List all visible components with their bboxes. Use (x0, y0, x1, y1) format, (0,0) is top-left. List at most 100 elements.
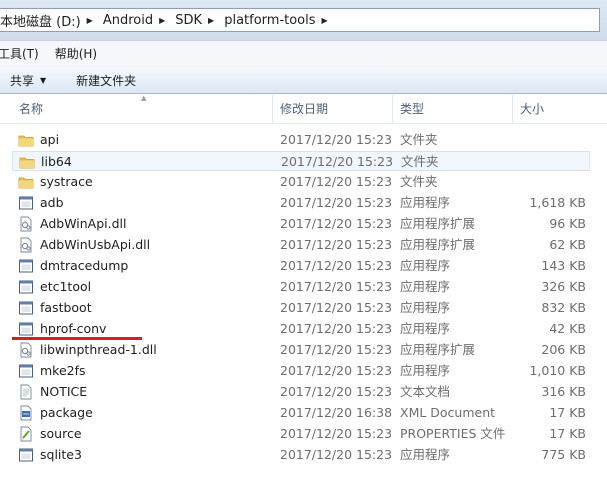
file-modified-date: 2017/12/20 15:23 (280, 237, 393, 252)
file-row[interactable]: libwinpthread-1.dll 2017/12/20 15:23 应用程序扩… (12, 340, 590, 360)
file-name: dmtracedump (40, 258, 129, 273)
file-modified-date: 2017/12/20 15:23 (281, 154, 394, 169)
file-row[interactable]: AdbWinUsbApi.dll 2017/12/20 15:23 应用程序扩展 62… (12, 235, 590, 255)
file-size: 17 KB (549, 405, 586, 420)
column-header-size[interactable]: 大小 (520, 95, 544, 123)
file-modified-date: 2017/12/20 16:38 (280, 405, 393, 420)
file-size: 316 KB (541, 384, 586, 399)
menu-tools[interactable]: 工具(T) (0, 45, 55, 62)
file-row[interactable]: dmtracedump 2017/12/20 15:23 应用程序 143 KB (12, 256, 590, 276)
file-row[interactable]: hprof-conv 2017/12/20 15:23 应用程序 42 KB (12, 319, 590, 339)
dll-icon (18, 237, 34, 253)
share-button[interactable]: 共享 ▼ (10, 72, 46, 89)
column-header-name[interactable]: 名称 (19, 95, 43, 123)
file-modified-date: 2017/12/20 15:23 (280, 342, 393, 357)
breadcrumb-arrow-icon[interactable]: ▶ (322, 16, 328, 25)
folder-icon (18, 174, 34, 190)
breadcrumb-sdk[interactable]: SDK (175, 13, 208, 28)
file-type: 应用程序 (400, 321, 451, 336)
application-icon (18, 300, 34, 316)
annotation-underline (12, 337, 142, 340)
folder-icon (19, 154, 35, 170)
file-size: 1,010 KB (529, 363, 586, 378)
breadcrumb-arrow-icon[interactable]: ▶ (159, 16, 165, 25)
application-icon (18, 195, 34, 211)
file-modified-date: 2017/12/20 15:23 (280, 300, 393, 315)
file-size: 143 KB (541, 258, 586, 273)
file-size: 1,618 KB (529, 195, 586, 210)
file-size: 206 KB (541, 342, 586, 357)
file-type: 应用程序 (400, 447, 451, 462)
file-type: 应用程序 (400, 279, 451, 294)
column-header-type[interactable]: 类型 (400, 95, 424, 123)
application-icon (18, 279, 34, 295)
breadcrumb-arrow-icon[interactable]: ▶ (87, 16, 93, 25)
file-name: NOTICE (40, 384, 88, 399)
file-row[interactable]: etc1tool 2017/12/20 15:23 应用程序 326 KB (12, 277, 590, 297)
file-row[interactable]: systrace 2017/12/20 15:23 文件夹 (12, 172, 590, 192)
file-row[interactable]: mke2fs 2017/12/20 15:23 应用程序 1,010 KB (12, 361, 590, 381)
file-size: 832 KB (541, 300, 586, 315)
file-row[interactable]: package 2017/12/20 16:38 XML Document 17 KB (12, 403, 590, 423)
file-row[interactable]: fastboot 2017/12/20 15:23 应用程序 832 KB (12, 298, 590, 318)
file-type: 应用程序 (400, 258, 451, 273)
file-modified-date: 2017/12/20 15:23 (280, 363, 393, 378)
column-header-date[interactable]: 修改日期 (280, 95, 328, 123)
file-row[interactable]: AdbWinApi.dll 2017/12/20 15:23 应用程序扩展 96 KB (12, 214, 590, 234)
application-icon (18, 321, 34, 337)
file-name: source (40, 426, 82, 441)
file-row[interactable]: api 2017/12/20 15:23 文件夹 (12, 130, 590, 150)
file-size: 775 KB (541, 447, 586, 462)
file-modified-date: 2017/12/20 15:23 (280, 321, 393, 336)
menu-help[interactable]: 帮助(H) (55, 45, 109, 62)
application-icon (18, 447, 34, 463)
file-name: systrace (40, 174, 93, 189)
share-button-label: 共享 (10, 73, 35, 88)
breadcrumb-platform-tools[interactable]: platform-tools (224, 13, 321, 28)
properties-file-icon (18, 426, 34, 442)
text-document-icon (18, 384, 34, 400)
file-type: 应用程序扩展 (400, 216, 476, 231)
file-size: 17 KB (549, 426, 586, 441)
column-divider[interactable] (392, 95, 393, 123)
file-type: 文件夹 (401, 154, 439, 169)
file-size: 62 KB (549, 237, 586, 252)
breadcrumb-android[interactable]: Android (103, 13, 159, 28)
annotation-stroke (12, 337, 142, 340)
file-type: 应用程序 (400, 300, 451, 315)
file-type: 应用程序扩展 (400, 342, 476, 357)
file-row[interactable]: adb 2017/12/20 15:23 应用程序 1,618 KB (12, 193, 590, 213)
command-toolbar: 共享 ▼ 新建文件夹 (0, 66, 607, 94)
column-divider[interactable] (272, 95, 273, 123)
file-row[interactable]: lib64 2017/12/20 15:23 文件夹 (12, 151, 590, 171)
breadcrumb-drive[interactable]: 本地磁盘 (D:) (0, 11, 87, 30)
file-name: sqlite3 (40, 447, 82, 462)
file-modified-date: 2017/12/20 15:23 (280, 447, 393, 462)
column-divider[interactable] (512, 95, 513, 123)
application-icon (18, 363, 34, 379)
menu-bar: 工具(T) 帮助(H) (0, 40, 607, 66)
address-bar[interactable]: 本地磁盘 (D:) ▶ Android ▶ SDK ▶ platform-too… (0, 8, 600, 32)
file-size: 96 KB (549, 216, 586, 231)
file-row[interactable]: source 2017/12/20 15:23 PROPERTIES 文件 17 KB (12, 424, 590, 444)
file-modified-date: 2017/12/20 15:23 (280, 216, 393, 231)
file-modified-date: 2017/12/20 15:23 (280, 195, 393, 210)
file-modified-date: 2017/12/20 15:23 (280, 132, 393, 147)
dll-icon (18, 342, 34, 358)
file-name: package (40, 405, 93, 420)
file-row[interactable]: NOTICE 2017/12/20 15:23 文本文档 316 KB (12, 382, 590, 402)
file-type: 应用程序 (400, 363, 451, 378)
file-type: 应用程序扩展 (400, 237, 476, 252)
file-name: AdbWinApi.dll (40, 216, 127, 231)
file-type: 应用程序 (400, 195, 451, 210)
file-modified-date: 2017/12/20 15:23 (280, 279, 393, 294)
file-name: mke2fs (40, 363, 86, 378)
sort-ascending-icon: ▲ (141, 94, 147, 102)
file-name: fastboot (40, 300, 92, 315)
new-folder-button[interactable]: 新建文件夹 (76, 72, 136, 89)
file-modified-date: 2017/12/20 15:23 (280, 426, 393, 441)
breadcrumb-arrow-icon[interactable]: ▶ (208, 16, 214, 25)
file-name: lib64 (41, 154, 72, 169)
folder-icon (18, 132, 34, 148)
file-row[interactable]: sqlite3 2017/12/20 15:23 应用程序 775 KB (12, 445, 590, 465)
